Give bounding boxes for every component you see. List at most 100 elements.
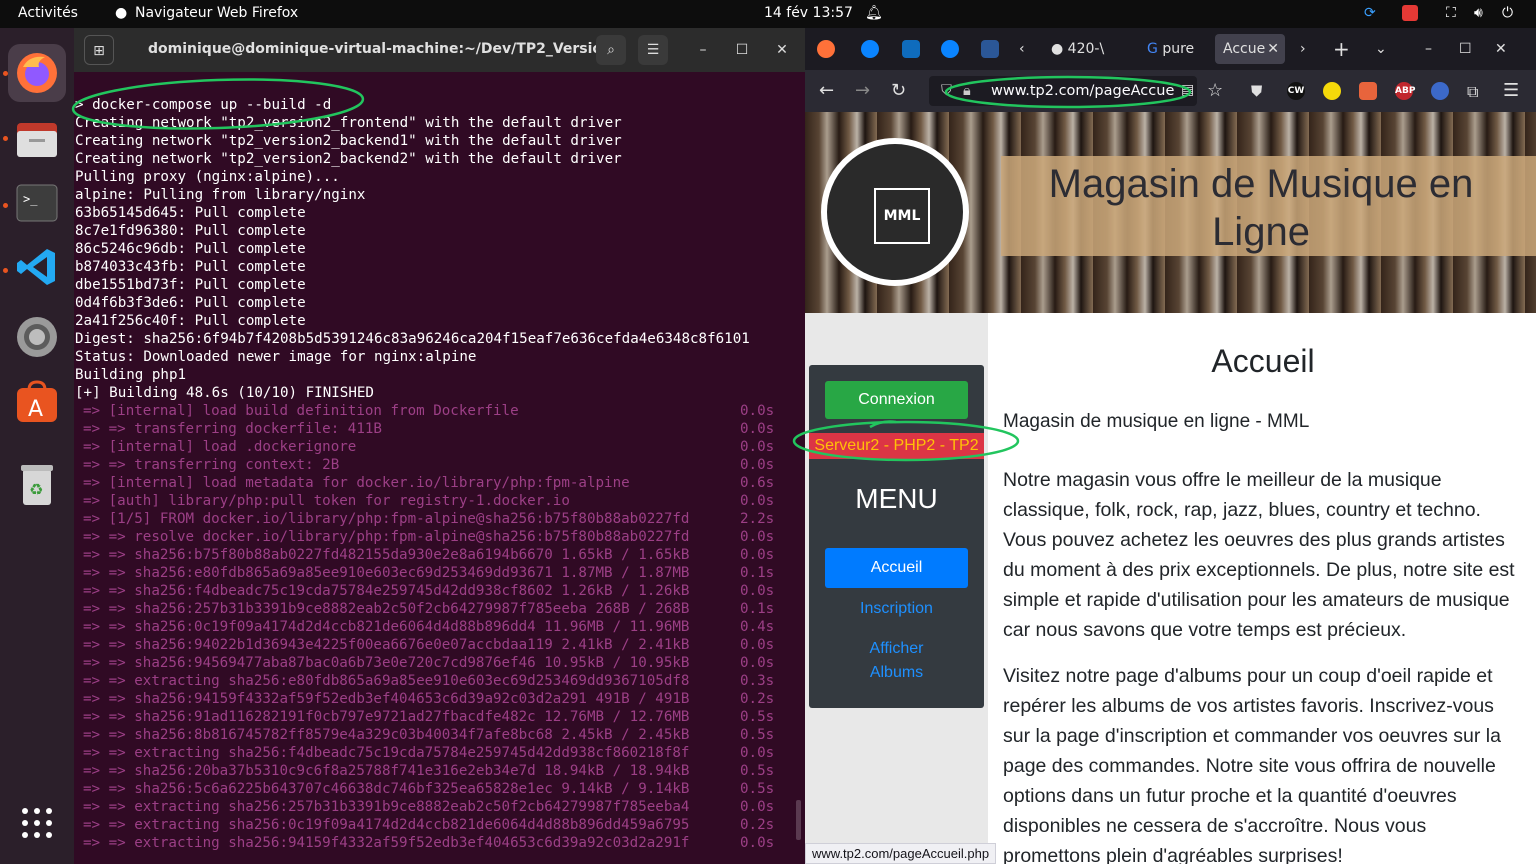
url-text[interactable]: www.tp2.com/pageAccue <box>991 83 1174 99</box>
reload-button[interactable]: ↻ <box>891 80 906 101</box>
running-indicator <box>3 71 8 76</box>
sync-icon[interactable]: ⟳ <box>1364 5 1376 21</box>
terminal-output[interactable]: > docker-compose up --build -d Creating n… <box>74 96 805 864</box>
tabs-scroll-left[interactable]: ‹ <box>1019 34 1035 64</box>
search-icon: ⌕ <box>607 42 615 58</box>
dock-firefox[interactable] <box>8 44 66 102</box>
new-tab-button[interactable]: ⊞ <box>84 35 114 65</box>
build-step-time: 0.0s <box>740 421 775 437</box>
build-step-line: => => sha256:8b816745782ff8579e4a329c03b… <box>83 726 774 744</box>
active-app-name[interactable]: Navigateur Web Firefox <box>135 5 298 21</box>
build-step-time: 2.2s <box>740 511 775 527</box>
list-tabs-button[interactable]: ⌄ <box>1375 34 1387 64</box>
maximize-button[interactable]: ☐ <box>1459 34 1472 64</box>
build-step-text: => [internal] load metadata for docker.i… <box>83 475 630 491</box>
onedrive-icon[interactable] <box>941 40 959 58</box>
tab-close-icon[interactable]: ✕ <box>1267 34 1279 64</box>
minimize-button[interactable]: – <box>1425 34 1432 64</box>
dock-app-center[interactable]: A <box>8 373 66 431</box>
build-step-line: => => sha256:0c19f09a4174d2d4ccb821de606… <box>83 618 774 636</box>
status-bar-link: www.tp2.com/pageAccueil.php <box>805 843 997 864</box>
terminal-scrollbar[interactable] <box>796 800 801 840</box>
intro-text: Magasin de musique en ligne - MML <box>1003 411 1310 432</box>
navigation-bar: ← → ↻ ⛉ 🔒︎ www.tp2.com/pageAccue ▤ ☆ ⛊ C… <box>805 70 1536 112</box>
firefox-view-icon[interactable] <box>817 40 835 58</box>
search-button[interactable]: ⌕ <box>596 35 626 65</box>
server-badge: Serveur2 - PHP2 - TP2 <box>809 433 984 459</box>
tabs-scroll-right[interactable]: › <box>1300 34 1306 64</box>
terminal-line: 0d4f6b3f3de6: Pull complete <box>75 295 306 311</box>
svg-text:♻: ♻ <box>29 480 43 499</box>
build-step-text: => => extracting sha256:257b31b3391b9ce8… <box>83 799 690 815</box>
adblock-icon[interactable]: ABP <box>1395 82 1415 100</box>
build-step-line: => => sha256:94569477aba87bac0a6b73e0e72… <box>83 654 774 672</box>
terminal-window[interactable]: ⊞ dominique@dominique-virtual-machine:~/… <box>74 28 805 864</box>
back-button[interactable]: ← <box>819 80 834 101</box>
app-menu-icon[interactable]: ☰ <box>1503 80 1519 101</box>
maximize-button[interactable]: ☐ <box>727 35 757 65</box>
extension-badge-icon[interactable] <box>1359 82 1377 100</box>
build-step-line: => => transferring dockerfile: 411B 0.0s <box>83 420 774 438</box>
power-icon[interactable]: ⏻ <box>1502 5 1513 21</box>
bookmark-star-icon[interactable]: ☆ <box>1207 80 1223 101</box>
activities-button[interactable]: Activités <box>18 5 78 21</box>
onedrive-icon[interactable] <box>861 40 879 58</box>
terminal-icon: >_ <box>16 184 58 222</box>
extensions-icon[interactable]: ⧉ <box>1467 82 1478 102</box>
extension-cw-icon[interactable]: CW <box>1287 82 1305 100</box>
site-logo[interactable]: MML <box>821 138 969 286</box>
close-button[interactable]: ✕ <box>1495 34 1507 64</box>
build-step-line: => => sha256:20ba37b5310c9c6f8a25788f741… <box>83 762 774 780</box>
word-icon[interactable] <box>981 40 999 58</box>
dock-settings[interactable] <box>8 308 66 366</box>
terminal-line: 86c5246c96db: Pull complete <box>75 241 306 257</box>
site-banner: Magasin de Musique en Ligne MML <box>805 112 1536 313</box>
lock-icon[interactable]: 🔒︎ <box>963 76 971 106</box>
terminal-line: Creating network "tp2_version2_frontend"… <box>75 115 622 131</box>
build-step-time: 0.0s <box>740 493 775 509</box>
menu-button[interactable]: ☰ <box>638 35 668 65</box>
terminal-title: dominique@dominique-virtual-machine:~/De… <box>148 41 622 57</box>
shield-icon[interactable]: ⛉ <box>941 76 952 106</box>
clock[interactable]: 14 fév 13:57 <box>764 5 853 21</box>
url-bar[interactable]: ⛉ 🔒︎ www.tp2.com/pageAccue <box>929 76 1197 106</box>
minimize-button[interactable]: – <box>688 35 718 65</box>
page-title: Accueil <box>1211 343 1315 379</box>
pocket-icon[interactable]: ⛊ <box>1251 82 1262 100</box>
terminal-line: Status: Downloaded newer image for nginx… <box>75 349 477 365</box>
build-step-text: => => sha256:94569477aba87bac0a6b73e0e72… <box>83 655 690 671</box>
network-icon[interactable]: ⛶ <box>1446 5 1456 21</box>
dock-trash[interactable]: ♻ <box>8 456 66 514</box>
menu-item-inscription[interactable]: Inscription <box>809 597 984 621</box>
build-step-text: => => transferring context: 2B <box>83 457 340 473</box>
terminal-line: Creating network "tp2_version2_backend2"… <box>75 151 622 167</box>
tab-bar: ‹ ● 420-\ G pure Accue ✕ › + ⌄ – ☐ ✕ <box>805 28 1536 70</box>
dock-terminal[interactable]: >_ <box>8 174 66 232</box>
forward-button[interactable]: → <box>855 80 870 101</box>
connexion-button[interactable]: Connexion <box>825 381 968 419</box>
build-step-time: 0.6s <box>740 475 775 491</box>
dock-files[interactable] <box>8 110 66 168</box>
build-step-line: => => transferring context: 2B 0.0s <box>83 456 774 474</box>
extension-ghost-icon[interactable] <box>1323 82 1341 100</box>
anydesk-icon[interactable] <box>1402 5 1418 21</box>
build-step-time: 0.0s <box>740 799 775 815</box>
menu-item-afficher-albums[interactable]: Afficher Albums <box>809 637 984 685</box>
tab-google[interactable]: G pure <box>1147 34 1211 64</box>
new-tab-button[interactable]: + <box>1333 34 1350 64</box>
menu-link-line-2: Albums <box>869 664 924 681</box>
banner-title: Magasin de Musique en Ligne <box>1048 162 1474 254</box>
close-button[interactable]: ✕ <box>767 35 797 65</box>
tab-github[interactable]: ● 420-\ <box>1051 34 1119 64</box>
build-step-line: => => sha256:b75f80b88ab0227fd482155da93… <box>83 546 774 564</box>
extension-globe-icon[interactable] <box>1431 82 1449 100</box>
build-step-line: => => sha256:f4dbeadc75c19cda75784e25974… <box>83 582 774 600</box>
dock-vscode[interactable] <box>8 238 66 296</box>
reader-view-icon[interactable]: ▤ <box>1181 82 1194 98</box>
outlook-icon[interactable] <box>902 40 920 58</box>
volume-icon[interactable]: 🔊︎ <box>1474 5 1483 21</box>
tab-accueil[interactable]: Accue ✕ <box>1215 34 1285 64</box>
settings-icon <box>17 317 57 357</box>
menu-item-accueil[interactable]: Accueil <box>825 548 968 588</box>
show-apps-button[interactable] <box>8 794 66 852</box>
